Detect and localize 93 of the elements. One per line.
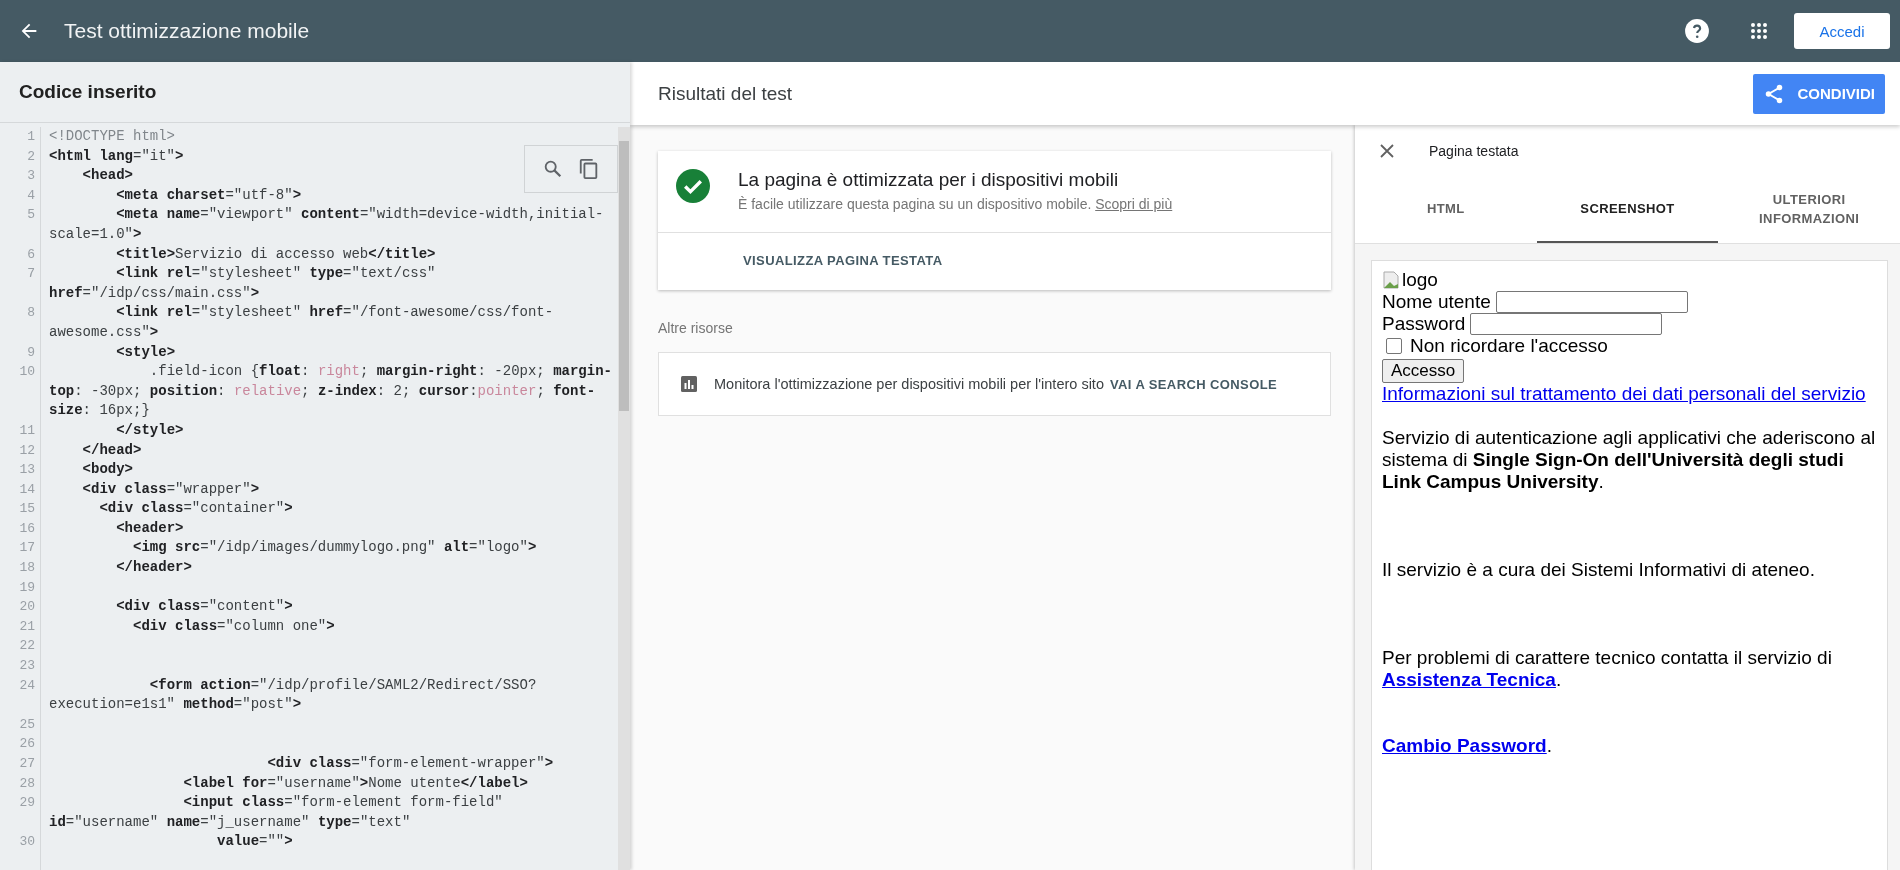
line-number: 14 [18, 480, 35, 499]
change-password-link[interactable]: Cambio Password [1382, 735, 1547, 756]
code-line: <div class="column one"> [132, 616, 335, 636]
code-line: </head> [81, 440, 142, 460]
code-line: <html lang="it"> [49, 146, 184, 166]
broken-image-icon [1382, 270, 1402, 290]
line-number: 29 [18, 794, 35, 813]
login-button[interactable]: Accesso [1382, 359, 1465, 383]
code-line: </style> [115, 420, 184, 440]
field-label: Nome utente [1382, 291, 1491, 313]
support-link[interactable]: Assistenza Tecnica [1382, 669, 1556, 690]
line-number: 25 [18, 715, 35, 734]
search-icon[interactable] [542, 158, 564, 180]
sign-in-button[interactable]: Accedi [1794, 13, 1890, 49]
code-line: <link rel="stylesheet" href="/font-awesome/css/font-awesome.css"> [49, 303, 555, 342]
code-line: <meta name="viewport" content="width=device-width,initial-scale=1.0"> [49, 205, 605, 244]
line-number: 28 [18, 774, 35, 793]
tab[interactable]: HTML [1355, 177, 1537, 243]
line-number: 2 [26, 147, 35, 166]
line-number: 26 [18, 735, 35, 754]
line-number: 30 [18, 833, 35, 852]
line-number: 10 [18, 363, 35, 382]
panel-title: Pagina testata [1429, 143, 1519, 159]
line-number: 24 [18, 676, 35, 695]
checkbox-label: Non ricordare l'accesso [1410, 335, 1608, 357]
code-line: <meta charset="utf-8"> [115, 185, 302, 205]
line-number: 18 [18, 559, 35, 578]
check-circle-icon [676, 169, 710, 203]
results-title: Risultati del test [658, 82, 794, 105]
line-number: 17 [18, 539, 35, 558]
input-field[interactable] [1470, 313, 1663, 335]
input-field[interactable] [1495, 291, 1688, 313]
code-line: <!DOCTYPE html> [49, 127, 176, 146]
code-line: <div class="form-element-wrapper"> [266, 754, 554, 773]
code-line: <title>Servizio di accesso web</title> [115, 244, 436, 264]
field-label: Password [1382, 313, 1466, 335]
code-line: <div class="wrapper"> [81, 479, 260, 499]
intro-paragraph: Servizio di autenticazione agli applicativi che aderiscono al sistema di Single Sign-On dell'Università degli studi Link Campus University. [1382, 427, 1877, 493]
line-number: 27 [18, 755, 35, 773]
line-number: 13 [18, 461, 35, 480]
line-number: 8 [26, 304, 35, 323]
share-button[interactable]: CONDIVIDI [1753, 73, 1885, 114]
line-number: 7 [26, 265, 35, 284]
code-line: <div class="content"> [115, 597, 293, 617]
line-number: 3 [26, 167, 35, 186]
password-paragraph: Cambio Password. [1382, 735, 1553, 757]
code-line: <header> [115, 518, 184, 538]
code-line: <body> [81, 460, 134, 480]
line-number: 20 [18, 598, 35, 617]
privacy-link[interactable]: Informazioni sul trattamento dei dati personali del servizio [1382, 383, 1866, 404]
line-number: 11 [18, 421, 35, 440]
code-line: <div class="container"> [98, 499, 293, 519]
code-line: value=""> [216, 832, 293, 852]
resource-text: Monitora l'ottimizzazione per dispositivi mobili per l'intero sito [714, 376, 1104, 392]
copy-icon[interactable] [578, 158, 600, 180]
line-number: 9 [26, 343, 35, 362]
app-title: Test ottimizzazione mobile [64, 19, 311, 43]
line-number: 23 [18, 657, 35, 676]
code-line: <style> [115, 342, 176, 362]
apps-grid-icon[interactable] [1750, 22, 1768, 40]
close-icon[interactable] [1379, 143, 1395, 159]
logo-alt-text: logo [1402, 269, 1438, 291]
tab[interactable]: ULTERIORI INFORMAZIONI [1718, 177, 1900, 243]
code-line: <input class="form-element form-field" id="username" name="j_username" type="text" [49, 793, 504, 832]
line-number: 21 [18, 617, 35, 636]
line-number: 12 [18, 441, 35, 460]
section-heading: Altre risorse [658, 320, 734, 336]
line-number: 16 [18, 519, 35, 538]
help-icon[interactable] [1684, 18, 1710, 44]
code-line: </header> [115, 558, 192, 578]
bar-chart-icon [681, 376, 697, 392]
line-number: 19 [18, 578, 35, 597]
view-tested-page-button[interactable]: VISUALIZZA PAGINA TESTATA [658, 233, 943, 290]
line-number: 4 [26, 186, 35, 205]
line-number: 6 [26, 245, 35, 264]
search-console-link[interactable]: VAI A SEARCH CONSOLE [1109, 376, 1278, 392]
line-number: 1 [26, 128, 35, 146]
code-line: .field-icon {float: right; margin-right: -20px; margin-top: -30px; position: relative; z-index: 2; cursor:pointer; font-size: 16px;} [49, 362, 613, 421]
code-line: <label for="username">Nome utente</label> [182, 773, 528, 793]
learn-more-link[interactable]: Scopri di più [1095, 196, 1173, 212]
support-paragraph: Per problemi di carattere tecnico contatta il servizio di Assistenza Tecnica. [1382, 647, 1833, 691]
line-number: 15 [18, 500, 35, 519]
code-line: <form action="/idp/profile/SAML2/Redirect/SSO?execution=e1s1" method="post"> [49, 675, 538, 715]
line-number: 22 [18, 637, 35, 656]
panel-title: Codice inserito [19, 81, 157, 103]
scrollbar[interactable] [618, 127, 630, 870]
code-line: <img src="/idp/images/dummylogo.png" alt="logo"> [132, 538, 537, 558]
checkbox[interactable] [1386, 338, 1402, 354]
info-paragraph: Il servizio è a cura dei Sistemi Informativi di ateneo. [1382, 559, 1816, 581]
code-line: <head> [81, 166, 134, 186]
result-description: È facile utilizzare questa pagina su un dispositivo mobile. Scopri di più [738, 196, 1173, 212]
line-number: 5 [26, 206, 35, 225]
result-title: La pagina è ottimizzata per i dispositivi mobili [738, 169, 1120, 191]
